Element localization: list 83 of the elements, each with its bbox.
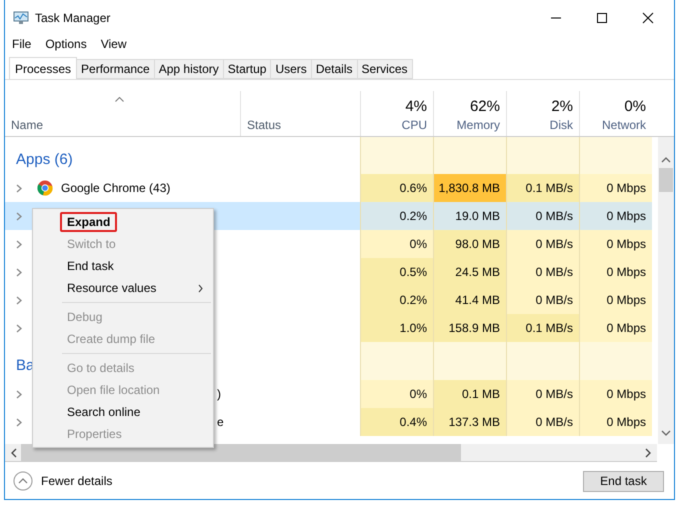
scrollbar-thumb[interactable] <box>659 168 673 192</box>
table-cell: 24.5 MB <box>433 258 506 286</box>
scroll-up-icon[interactable] <box>661 157 671 163</box>
table-cell: 0.4% <box>360 408 433 436</box>
menu-item[interactable]: View <box>100 37 126 51</box>
column-header[interactable]: Memory <box>456 118 500 132</box>
column-header[interactable]: CPU <box>402 118 427 132</box>
table-cell: 158.9 MB <box>433 314 506 342</box>
browser-icon <box>37 180 53 196</box>
end-task-button[interactable]: End task <box>583 470 664 492</box>
scroll-right-icon[interactable] <box>645 448 651 458</box>
column-header[interactable]: Status <box>247 118 354 132</box>
scrollbar-thumb[interactable] <box>21 444 461 461</box>
column-total: 4% <box>405 98 427 115</box>
column-header[interactable]: Disk <box>550 118 573 132</box>
chevron-icon[interactable] <box>16 418 22 426</box>
table-cell: 0 Mbps <box>579 258 652 286</box>
table-cell: 0.1 MB <box>433 380 506 408</box>
chevron-icon[interactable] <box>16 324 22 332</box>
table-cell: 0.1 MB/s <box>506 314 579 342</box>
tab[interactable]: Processes <box>9 57 78 79</box>
table-cell: 0.2% <box>360 202 433 230</box>
table-cell: 0.1 MB/s <box>506 174 579 202</box>
process-name: Google Chrome (43) <box>61 181 170 195</box>
table-cell: 0 Mbps <box>579 174 652 202</box>
menu-item[interactable]: Resource values <box>33 277 213 299</box>
table-cell: 0.5% <box>360 258 433 286</box>
column-total: 2% <box>551 98 573 115</box>
table-cell: 0 MB/s <box>506 408 579 436</box>
menu-item[interactable]: Search online <box>33 401 213 423</box>
table-cell: 0 MB/s <box>506 230 579 258</box>
table-cell: 0 MB/s <box>506 258 579 286</box>
table-cell: 98.0 MB <box>433 230 506 258</box>
column-total: 62% <box>470 98 500 115</box>
close-icon[interactable] <box>642 12 654 24</box>
chevron-icon[interactable] <box>16 184 22 192</box>
menu-item[interactable]: End task <box>33 255 213 277</box>
table-cell: 0 Mbps <box>579 286 652 314</box>
column-header[interactable]: Network <box>602 118 646 132</box>
scroll-left-icon[interactable] <box>11 448 17 458</box>
table-cell: 0 MB/s <box>506 202 579 230</box>
tab[interactable]: Users <box>271 59 312 79</box>
table-cell: 0 Mbps <box>579 230 652 258</box>
chevron-icon[interactable] <box>16 212 22 220</box>
chevron-icon[interactable] <box>16 296 22 304</box>
menu-item[interactable]: Options <box>45 37 87 51</box>
tab[interactable]: App history <box>154 59 224 79</box>
column-total: 0% <box>624 98 646 115</box>
table-cell: 0 Mbps <box>579 380 652 408</box>
process-name: ) <box>217 387 221 401</box>
group-heading: Apps (6) <box>16 151 73 168</box>
chevron-icon[interactable] <box>16 268 22 276</box>
table-cell: 0% <box>360 230 433 258</box>
tab[interactable]: Details <box>312 59 358 79</box>
table-cell: 0 Mbps <box>579 314 652 342</box>
column-header[interactable]: Name <box>11 118 234 132</box>
table-cell: 0.6% <box>360 174 433 202</box>
scroll-down-icon[interactable] <box>661 430 671 436</box>
collapse-icon <box>13 471 33 491</box>
highlight-box: Expand <box>60 212 118 232</box>
table-cell: 19.0 MB <box>433 202 506 230</box>
table-cell: 0 MB/s <box>506 380 579 408</box>
tab[interactable]: Services <box>358 59 413 79</box>
process-name: e <box>217 415 224 429</box>
table-cell: 1,830.8 MB <box>433 174 506 202</box>
chevron-icon[interactable] <box>16 390 22 398</box>
window-title: Task Manager <box>35 11 110 25</box>
table-cell: 0 Mbps <box>579 202 652 230</box>
table-cell: 1.0% <box>360 314 433 342</box>
chevron-icon[interactable] <box>16 240 22 248</box>
table-cell: 0 Mbps <box>579 408 652 436</box>
table-cell: 0 MB/s <box>506 286 579 314</box>
table-cell: 137.3 MB <box>433 408 506 436</box>
table-cell: 0% <box>360 380 433 408</box>
maximize-icon[interactable] <box>596 12 608 24</box>
tab[interactable]: Startup <box>224 59 272 79</box>
fewer-details-link[interactable]: Fewer details <box>13 471 112 491</box>
tab[interactable]: Performance <box>77 59 155 79</box>
table-cell: 41.4 MB <box>433 286 506 314</box>
monitor-icon <box>13 11 29 25</box>
menu-item[interactable]: File <box>12 37 32 51</box>
table-cell: 0.2% <box>360 286 433 314</box>
menu-item[interactable]: Expand <box>33 211 213 233</box>
